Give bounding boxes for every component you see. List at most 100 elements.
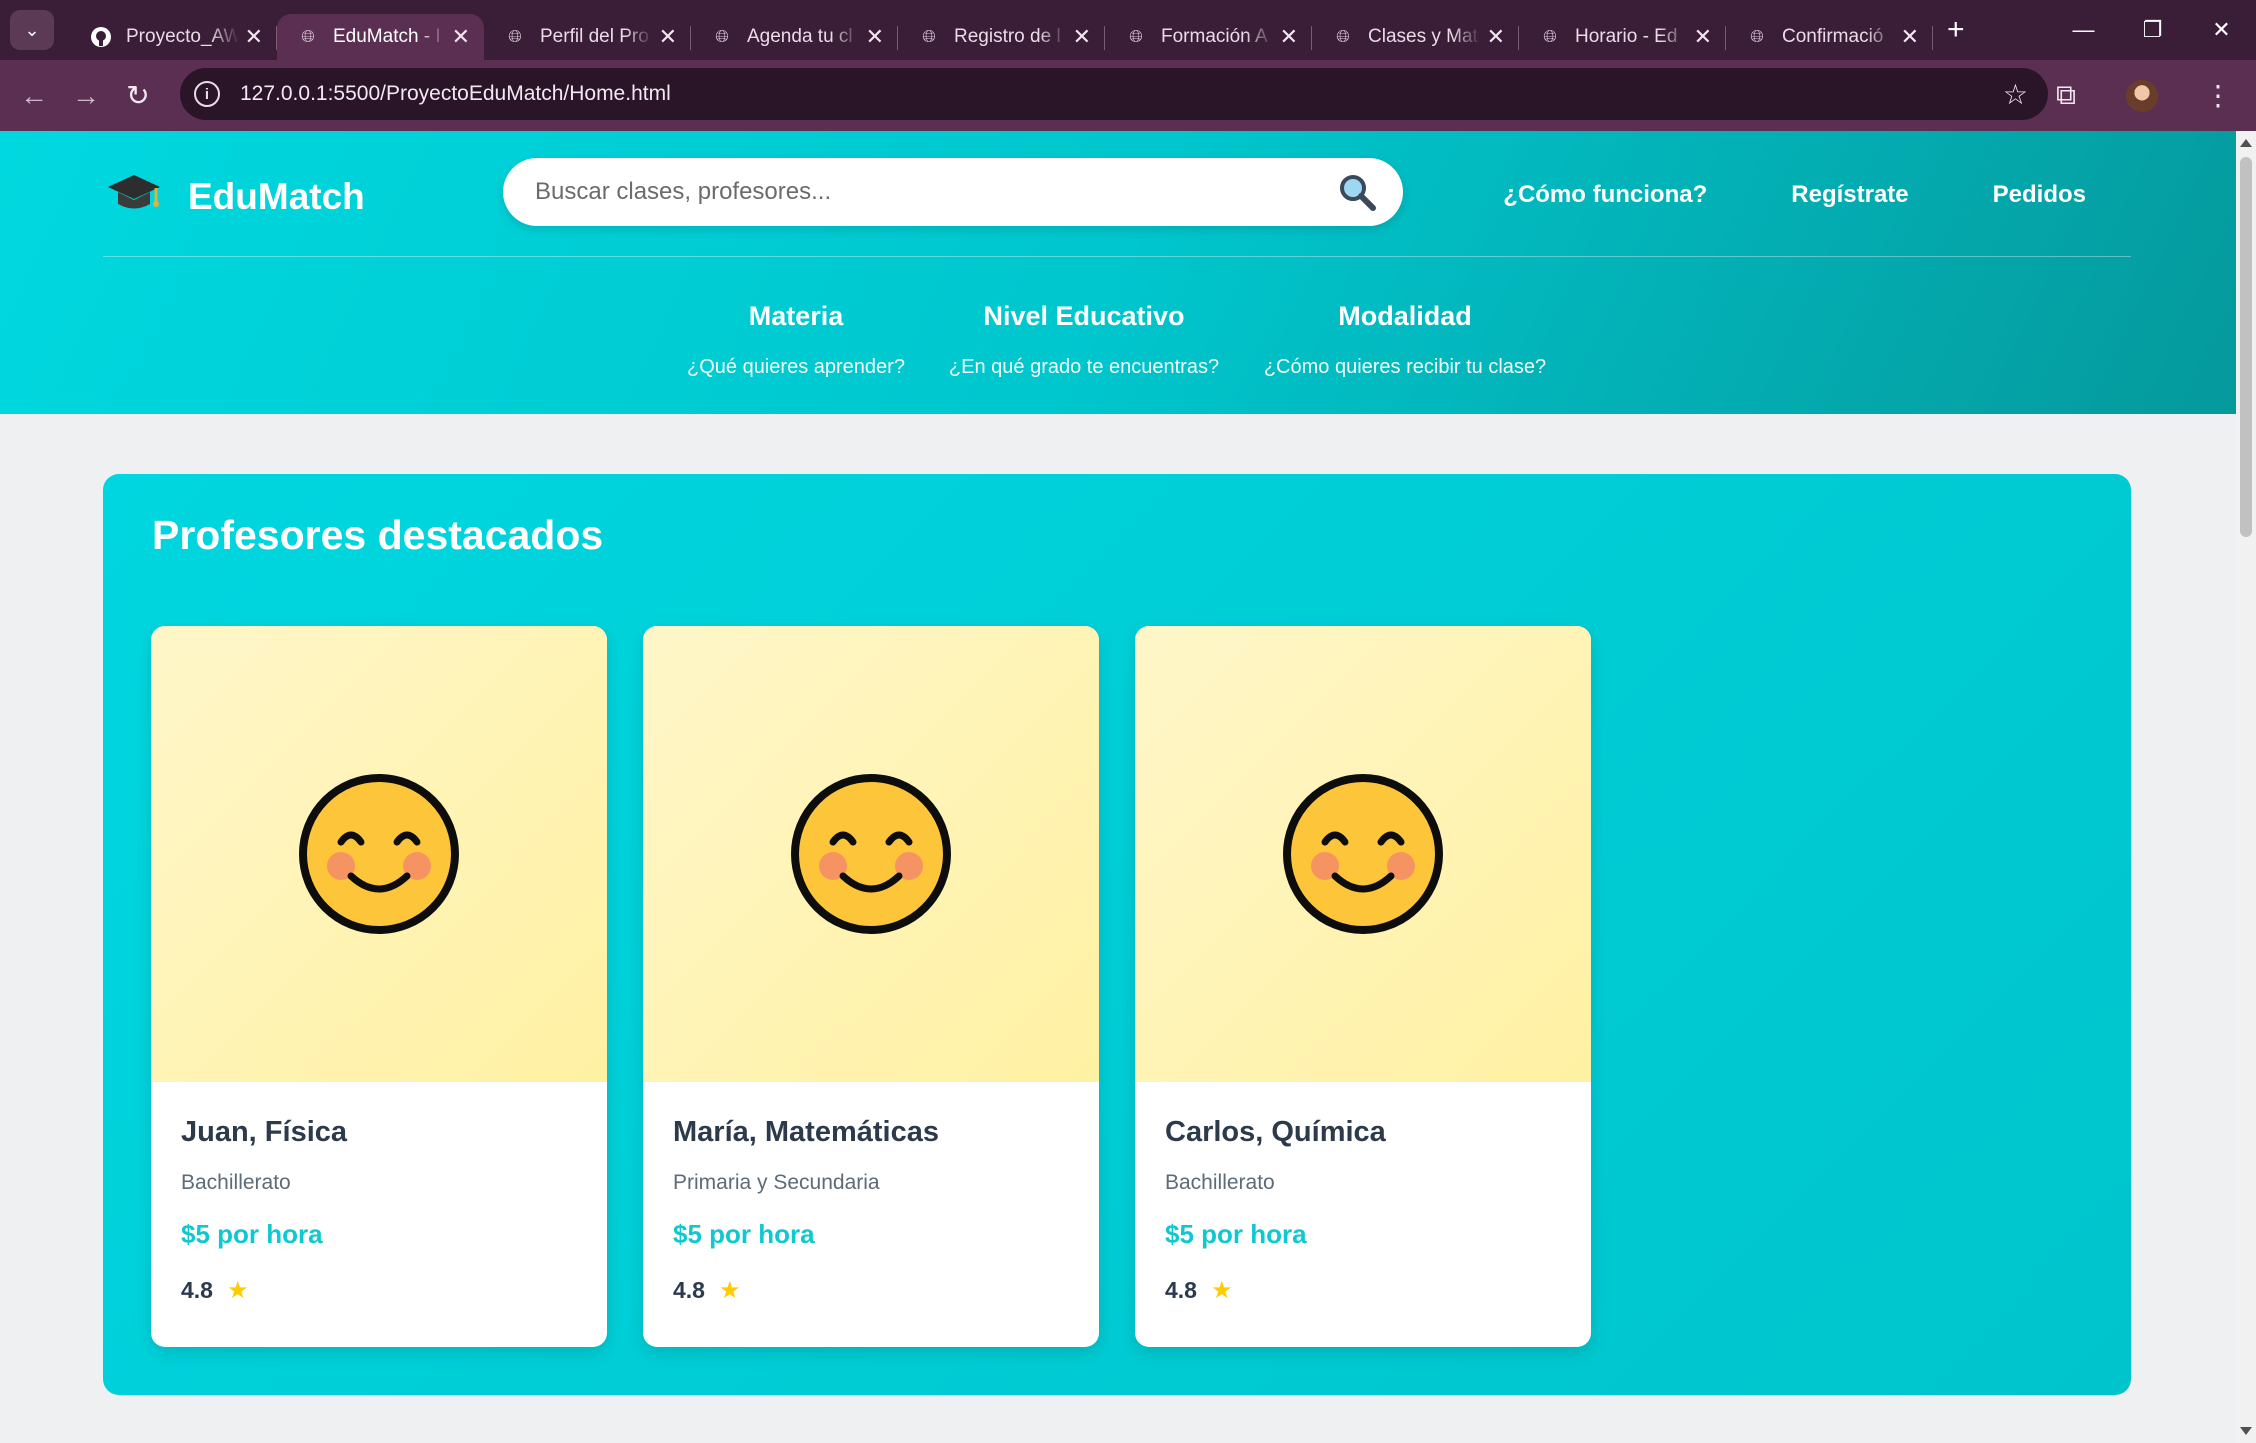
extensions-icon[interactable]: ⧉ [2028,79,2104,112]
filter-subtitle: ¿En qué grado te encuentras? [948,356,1220,378]
profile-avatar[interactable] [2126,79,2158,112]
window-controls: — ❐ ✕ [2049,0,2256,60]
teacher-level: Bachillerato [181,1171,291,1194]
browser-tab[interactable]: 🌐︎ Confirmació ✕ [1726,14,1933,60]
close-icon[interactable]: ✕ [1487,24,1505,50]
rating-value: 4.8 [181,1277,213,1303]
page-viewport: EduMatch ¿Cómo funciona? Regístrate Pedi… [0,131,2236,1443]
restore-icon[interactable]: ❐ [2118,0,2187,60]
url-text[interactable]: 127.0.0.1:5500/ProyectoEduMatch/Home.htm… [240,82,671,106]
github-icon [90,26,112,48]
close-icon[interactable]: ✕ [1694,24,1712,50]
browser-tab[interactable]: 🌐︎ Agenda tu cl ✕ [691,14,898,60]
tab-title: Confirmació [1782,26,1884,47]
search-input[interactable] [533,177,1317,207]
tab-title: Proyecto_AW [126,26,239,47]
reload-icon[interactable]: ↻ [112,70,164,122]
globe-icon: 🌐︎ [715,27,729,46]
teacher-name: María, Matemáticas [673,1116,939,1148]
back-arrow-icon[interactable]: ← [8,70,60,122]
new-tab-icon[interactable]: + [1947,13,1965,47]
filter-subject[interactable]: Materia ¿Qué quieres aprender? [686,301,906,379]
scrollbar-thumb[interactable] [2240,157,2252,537]
globe-icon: 🌐︎ [1750,27,1764,46]
teacher-photo [1135,626,1591,1082]
site-logo[interactable]: EduMatch [106,171,365,223]
browser-tab-strip: ⌄ Proyecto_AW ✕ 🌐︎ EduMatch - I ✕ 🌐︎ Per… [0,0,2256,60]
address-bar[interactable]: i 127.0.0.1:5500/ProyectoEduMatch/Home.h… [180,68,2048,120]
star-icon: ★ [718,1277,741,1304]
tab-search-button[interactable]: ⌄ [10,10,54,50]
smiling-face-icon [791,774,951,934]
filter-title: Nivel Educativo [983,301,1185,331]
teacher-price: $5 por hora [1165,1219,1307,1249]
tab-title: Formación A [1161,26,1268,47]
browser-tab[interactable]: 🌐︎ Perfil del Pro ✕ [484,14,691,60]
section-title: Profesores destacados [152,512,604,558]
more-menu-icon[interactable]: ⋮ [2180,79,2256,112]
chevron-down-icon: ⌄ [24,19,40,40]
teacher-rating: 4.8 ★ [673,1276,1069,1305]
teacher-price: $5 por hora [673,1219,815,1249]
teacher-rating: 4.8 ★ [1165,1276,1561,1305]
teacher-price: $5 por hora [181,1219,323,1249]
globe-icon: 🌐︎ [1336,27,1350,46]
close-icon[interactable]: ✕ [1901,24,1919,50]
close-icon[interactable]: ✕ [659,24,677,50]
minimize-icon[interactable]: — [2049,0,2118,60]
star-icon: ★ [1210,1277,1233,1304]
teacher-card[interactable]: Juan, Física Bachillerato $5 por hora 4.… [151,626,607,1347]
site-info-icon[interactable]: i [194,81,220,107]
smiling-face-icon [1283,774,1443,934]
filter-education-level[interactable]: Nivel Educativo ¿En qué grado te encuent… [944,301,1224,379]
star-icon: ★ [226,1277,249,1304]
nav-orders[interactable]: Pedidos [1993,181,2086,209]
globe-icon: 🌐︎ [301,27,315,46]
teacher-level: Primaria y Secundaria [673,1171,880,1194]
filter-title: Modalidad [1338,301,1472,331]
browser-toolbar: ← → ↻ i 127.0.0.1:5500/ProyectoEduMatch/… [0,60,2256,131]
globe-icon: 🌐︎ [508,27,522,46]
close-icon[interactable]: ✕ [1280,24,1298,50]
tab-title: Clases y Mat [1368,26,1478,47]
close-window-icon[interactable]: ✕ [2187,0,2256,60]
nav-register[interactable]: Regístrate [1791,181,1908,209]
filter-modality[interactable]: Modalidad ¿Cómo quieres recibir tu clase… [1262,301,1548,379]
bookmark-star-icon[interactable]: ☆ [2003,78,2028,111]
browser-tab[interactable]: 🌐︎ Formación A ✕ [1105,14,1312,60]
forward-arrow-icon[interactable]: → [60,70,112,122]
search-icon[interactable] [1337,172,1377,212]
graduation-cap-icon [106,171,162,223]
featured-teachers-section: Profesores destacados Juan, Física Bachi… [103,474,2131,1395]
tab-title: Registro de l [954,26,1061,47]
nav-how-it-works[interactable]: ¿Cómo funciona? [1503,181,1707,209]
tab-title: Agenda tu cl [747,26,853,47]
teacher-name: Juan, Física [181,1116,348,1148]
tab-list: Proyecto_AW ✕ 🌐︎ EduMatch - I ✕ 🌐︎ Perfi… [70,0,1965,60]
browser-tab[interactable]: 🌐︎ Clases y Mat ✕ [1312,14,1519,60]
brand-name: EduMatch [188,176,365,217]
top-nav: ¿Cómo funciona? Regístrate Pedidos [1419,181,2086,209]
site-header: EduMatch ¿Cómo funciona? Regístrate Pedi… [0,131,2236,414]
teacher-level: Bachillerato [1165,1171,1275,1194]
teacher-rating: 4.8 ★ [181,1276,577,1305]
close-icon[interactable]: ✕ [245,24,263,50]
filter-title: Materia [748,301,844,331]
close-icon[interactable]: ✕ [866,24,884,50]
browser-tab-active[interactable]: 🌐︎ EduMatch - I ✕ [277,14,484,60]
header-divider [103,256,2131,257]
teacher-card[interactable]: María, Matemáticas Primaria y Secundaria… [643,626,1099,1347]
browser-tab[interactable]: Proyecto_AW ✕ [70,14,277,60]
filter-subtitle: ¿Cómo quieres recibir tu clase? [1263,356,1547,378]
browser-tab[interactable]: 🌐︎ Horario - Ed ✕ [1519,14,1726,60]
teacher-card[interactable]: Carlos, Química Bachillerato $5 por hora… [1135,626,1591,1347]
close-icon[interactable]: ✕ [1073,24,1091,50]
filter-subtitle: ¿Qué quieres aprender? [687,356,905,378]
scroll-up-icon[interactable] [2240,139,2252,147]
page-scrollbar[interactable] [2236,131,2256,1443]
scroll-down-icon[interactable] [2240,1427,2252,1435]
smiling-face-icon [299,774,459,934]
close-icon[interactable]: ✕ [452,24,470,50]
browser-tab[interactable]: 🌐︎ Registro de l ✕ [898,14,1105,60]
tab-title: Perfil del Pro [540,26,649,47]
